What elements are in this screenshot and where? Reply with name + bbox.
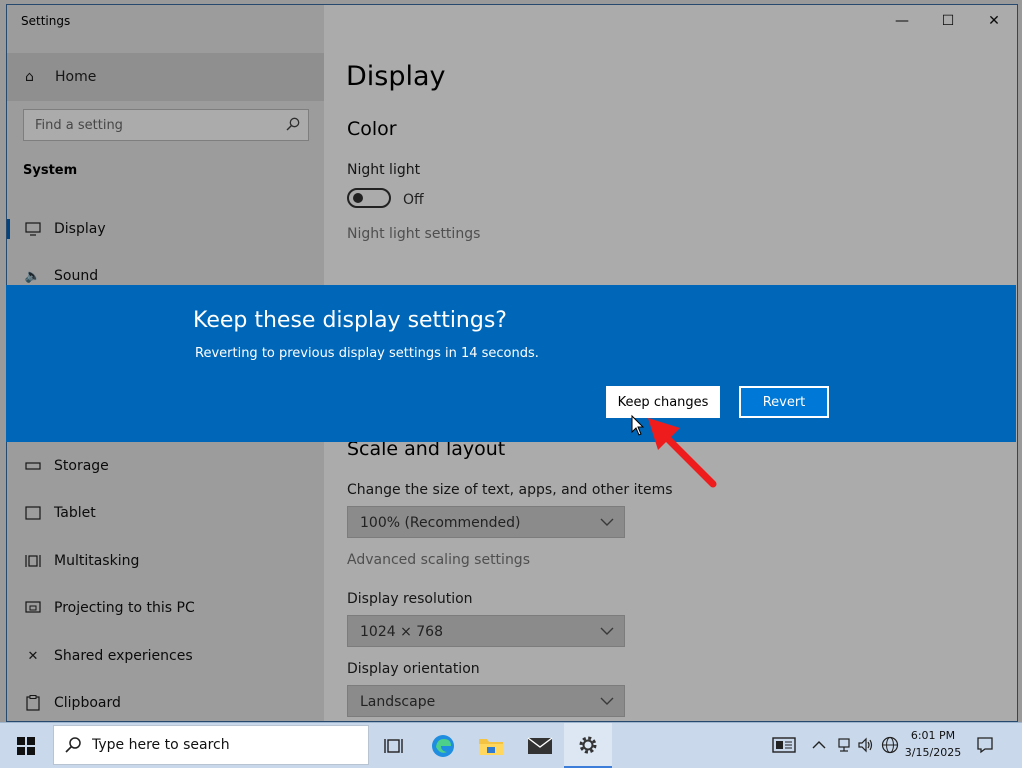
sidebar-item-label: Shared experiences — [54, 648, 193, 664]
scale-dropdown[interactable]: 100% (Recommended) — [347, 506, 625, 538]
home-label: Home — [55, 69, 97, 85]
clock-time: 6:01 PM — [910, 729, 956, 742]
sidebar-item-label: Projecting to this PC — [54, 600, 195, 616]
scale-dropdown-value: 100% (Recommended) — [360, 515, 521, 531]
settings-taskbar-button[interactable] — [564, 723, 612, 768]
chevron-down-icon — [600, 697, 614, 705]
task-view-button[interactable] — [370, 723, 418, 768]
revert-button[interactable]: Revert — [739, 386, 829, 418]
windows-logo-icon — [17, 736, 35, 755]
speaker-icon: 🔈 — [24, 268, 42, 284]
taskbar-search-box[interactable] — [53, 725, 369, 765]
section-heading-system: System — [23, 163, 78, 178]
dialog-countdown-message: Reverting to previous display settings i… — [195, 346, 539, 361]
search-icon — [65, 737, 81, 753]
page-title: Display — [346, 61, 446, 92]
scale-label: Change the size of text, apps, and other… — [347, 482, 673, 498]
monitor-icon — [24, 220, 42, 238]
sidebar-item-label: Tablet — [54, 505, 96, 521]
sidebar-item-label: Multitasking — [54, 553, 140, 569]
minimize-button[interactable]: — — [879, 5, 925, 37]
resolution-dropdown-value: 1024 × 768 — [360, 624, 443, 640]
close-button[interactable]: ✕ — [971, 5, 1017, 37]
clock-date: 3/15/2025 — [904, 746, 962, 759]
clipboard-icon — [24, 694, 42, 712]
network-icon[interactable] — [834, 735, 854, 755]
sidebar-item-label: Display — [54, 221, 106, 237]
orientation-dropdown-value: Landscape — [360, 694, 436, 710]
dialog-heading: Keep these display settings? — [193, 308, 507, 333]
window-title: Settings — [21, 14, 71, 28]
orientation-dropdown[interactable]: Landscape — [347, 685, 625, 717]
orientation-label: Display orientation — [347, 661, 480, 677]
news-widget-icon[interactable] — [771, 735, 797, 755]
home-icon: ⌂ — [25, 69, 34, 85]
maximize-button[interactable]: ☐ — [925, 5, 971, 37]
volume-icon[interactable] — [856, 735, 876, 755]
edge-browser-icon — [432, 734, 454, 757]
keep-settings-dialog: Keep these display settings? Reverting t… — [6, 285, 1016, 442]
notification-icon[interactable] — [975, 735, 995, 755]
color-heading: Color — [347, 118, 397, 140]
shared-icon: ✕ — [27, 648, 39, 664]
taskbar-clock[interactable]: 6:01 PM 3/15/2025 — [902, 727, 964, 761]
keep-changes-button[interactable]: Keep changes — [606, 386, 720, 418]
find-setting-search[interactable] — [23, 109, 309, 141]
toggle-knob — [353, 193, 363, 203]
mail-icon — [527, 736, 553, 754]
storage-icon — [24, 457, 42, 475]
title-bar: Settings — ☐ ✕ — [7, 5, 1017, 37]
night-light-label: Night light — [347, 162, 421, 178]
gear-icon — [579, 736, 597, 753]
find-setting-input[interactable] — [24, 110, 274, 140]
tablet-icon — [24, 504, 42, 522]
chevron-down-icon — [600, 627, 614, 635]
mail-taskbar-button[interactable] — [516, 723, 564, 768]
taskbar-search-input[interactable] — [92, 726, 362, 764]
advanced-scaling-link[interactable]: Advanced scaling settings — [347, 552, 530, 568]
start-button[interactable] — [0, 723, 52, 768]
globe-language-icon[interactable] — [880, 735, 900, 755]
search-icon — [286, 117, 300, 131]
sidebar-home[interactable]: ⌂ Home — [7, 53, 324, 101]
chevron-up-icon[interactable] — [809, 735, 829, 755]
sidebar-item-multitasking[interactable]: Multitasking — [7, 539, 324, 583]
task-view-icon — [384, 738, 403, 753]
taskbar: 6:01 PM 3/15/2025 — [0, 722, 1022, 768]
resolution-label: Display resolution — [347, 591, 473, 607]
sidebar-item-clipboard[interactable]: Clipboard — [7, 681, 324, 725]
folder-icon — [479, 738, 503, 755]
projector-icon — [24, 599, 42, 617]
sidebar-item-label: Storage — [54, 458, 109, 474]
sidebar-item-projecting[interactable]: Projecting to this PC — [7, 586, 324, 630]
night-light-toggle[interactable] — [347, 188, 391, 208]
multitasking-icon — [24, 552, 42, 570]
resolution-dropdown[interactable]: 1024 × 768 — [347, 615, 625, 647]
sidebar-item-storage[interactable]: Storage — [7, 444, 324, 488]
sidebar-item-display[interactable]: Display — [7, 207, 324, 251]
edge-taskbar-button[interactable] — [419, 723, 467, 768]
night-light-settings-link[interactable]: Night light settings — [347, 226, 480, 242]
file-explorer-taskbar-button[interactable] — [467, 723, 515, 768]
sidebar-item-tablet[interactable]: Tablet — [7, 491, 324, 535]
chevron-down-icon — [600, 518, 614, 526]
sidebar-item-label: Sound — [54, 268, 99, 284]
sidebar-item-shared-experiences[interactable]: ✕ Shared experiences — [7, 634, 324, 678]
night-light-state: Off — [403, 192, 424, 208]
desktop-screen: ⌂ Home System Display 🔈 Sound — [0, 0, 1022, 768]
sidebar-item-label: Clipboard — [54, 695, 121, 711]
